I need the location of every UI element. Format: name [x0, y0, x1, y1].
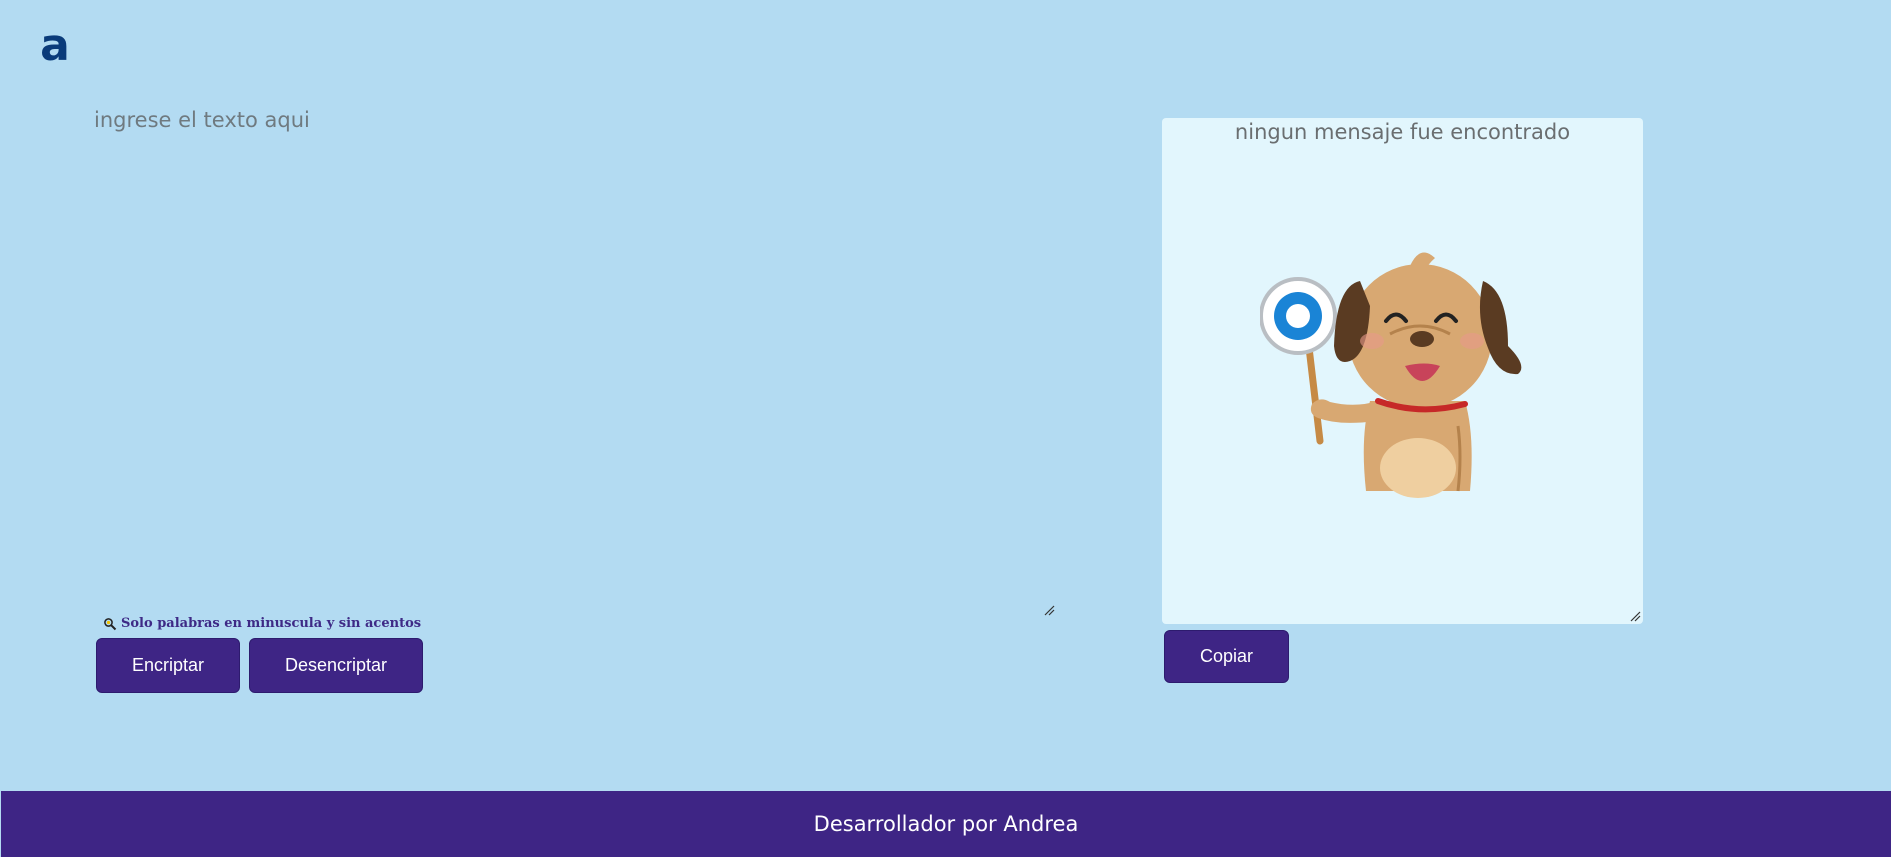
logo[interactable]: a [40, 24, 70, 70]
text-input[interactable] [84, 102, 1056, 614]
footer: Desarrollador por Andrea [1, 791, 1891, 857]
magnifier-icon [104, 617, 117, 630]
footer-text: Desarrollador por Andrea [813, 812, 1079, 836]
resize-handle-icon[interactable] [1043, 604, 1055, 616]
page: a Solo palabras en minuscula y sin acent… [0, 0, 1891, 857]
output-panel: ningun mensaje fue encontrado [1162, 118, 1643, 624]
input-hint: Solo palabras en minuscula y sin acentos [103, 616, 421, 631]
decrypt-button[interactable]: Desencriptar [249, 638, 423, 693]
encrypt-button[interactable]: Encriptar [96, 638, 240, 693]
dog-illustration [1260, 252, 1522, 498]
output-message: ningun mensaje fue encontrado [1234, 120, 1571, 144]
hint-text: Solo palabras en minuscula y sin acentos [121, 616, 422, 631]
copy-button[interactable]: Copiar [1164, 630, 1289, 683]
resize-handle-icon[interactable] [1629, 610, 1641, 622]
